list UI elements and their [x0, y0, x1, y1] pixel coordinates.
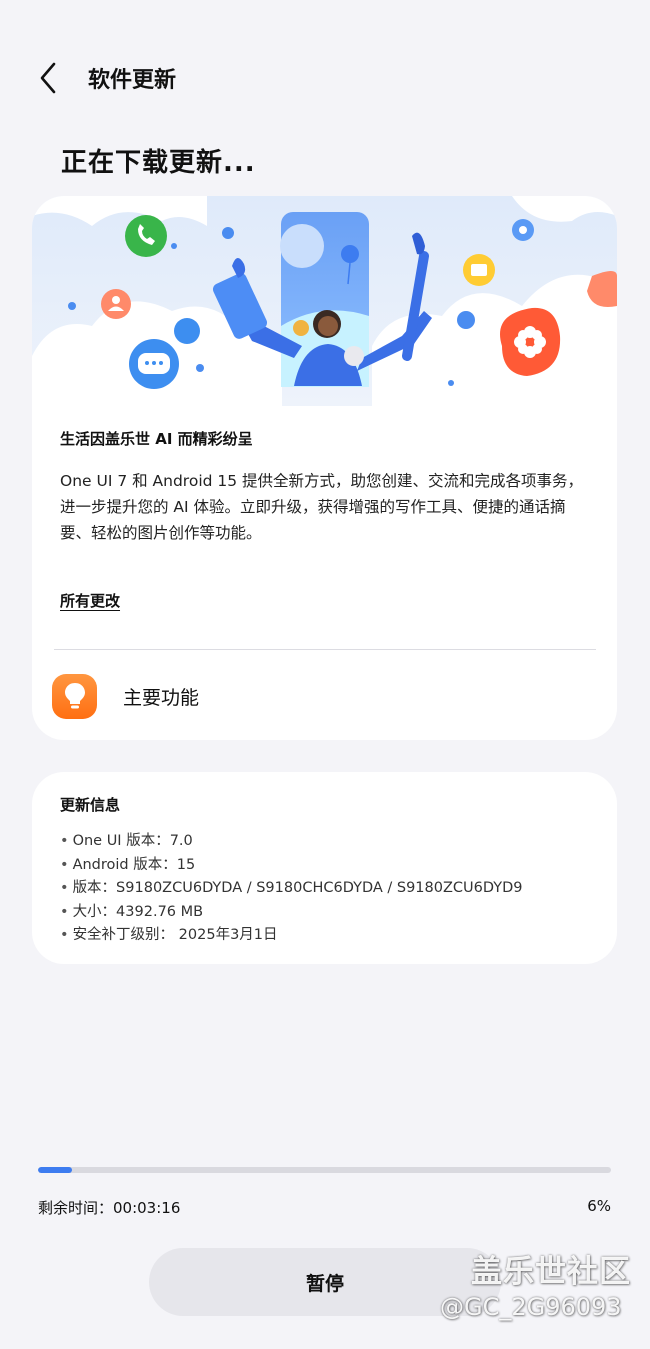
promo-banner-illustration: [32, 196, 617, 406]
info-item-build-version: 版本：S9180ZCU6DYDA / S9180CHC6DYDA / S9180…: [60, 877, 523, 901]
update-info-list: One UI 版本：7.0 Android 版本：15 版本：S9180ZCU6…: [60, 830, 523, 948]
update-info-card: 更新信息 One UI 版本：7.0 Android 版本：15 版本：S918…: [32, 772, 617, 964]
back-button[interactable]: [30, 56, 66, 100]
divider: [54, 649, 596, 650]
promo-headline: 生活因盖乐世 AI 而精彩纷呈: [60, 430, 253, 448]
info-item-security-patch: 安全补丁级别： 2025年3月1日: [60, 924, 523, 948]
all-changes-link[interactable]: 所有更改: [60, 590, 120, 611]
update-info-title: 更新信息: [60, 796, 121, 814]
app-header: 软件更新: [30, 56, 176, 100]
update-promo-card: 生活因盖乐世 AI 而精彩纷呈 One UI 7 和 Android 15 提供…: [32, 196, 617, 740]
download-progress-bar: [38, 1167, 611, 1173]
time-remaining: 剩余时间：00:03:16: [38, 1199, 181, 1217]
info-item-android-version: Android 版本：15: [60, 854, 523, 878]
lightbulb-icon: [52, 673, 97, 719]
watermark-user: @GC_2G96093: [440, 1293, 622, 1321]
info-item-oneui-version: One UI 版本：7.0: [60, 830, 523, 854]
download-status-title: 正在下载更新...: [61, 148, 256, 178]
info-item-size: 大小：4392.76 MB: [60, 901, 523, 925]
software-update-screen: 软件更新 正在下载更新... 生活因盖乐世 AI 而精彩纷呈 One UI 7 …: [0, 0, 650, 1349]
main-features-label: 主要功能: [123, 686, 200, 709]
watermark-community: 盖乐世社区: [471, 1254, 631, 1290]
promo-description: One UI 7 和 Android 15 提供全新方式，助您创建、交流和完成各…: [60, 472, 584, 542]
page-title: 软件更新: [88, 68, 177, 93]
main-features-row[interactable]: 主要功能: [52, 670, 597, 722]
progress-percent: 6%: [587, 1197, 611, 1215]
download-progress-fill: [38, 1167, 73, 1173]
chevron-left-icon: [40, 62, 56, 94]
